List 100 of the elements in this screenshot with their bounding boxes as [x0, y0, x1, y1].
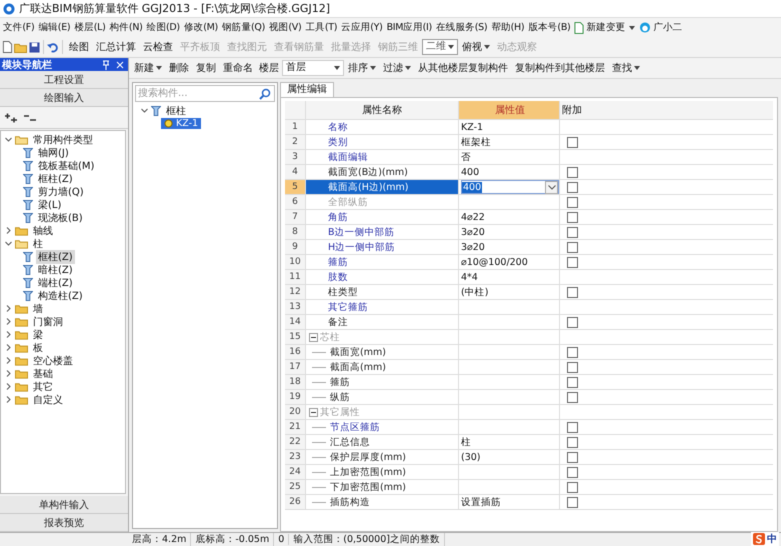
search-field[interactable]: 搜索构件...: [135, 85, 275, 102]
caret-icon[interactable]: [548, 184, 556, 190]
menu-item[interactable]: 文件(F): [1, 21, 36, 34]
menu-item[interactable]: 楼层(L): [72, 21, 108, 34]
tree-item[interactable]: 板: [31, 340, 45, 354]
menu-item[interactable]: 云应用(Y): [339, 21, 385, 34]
chevron-icon[interactable]: [5, 383, 12, 390]
pin-icon[interactable]: [102, 60, 110, 70]
tree-item[interactable]: 自定义: [31, 392, 65, 406]
chevron-icon[interactable]: [5, 318, 12, 325]
tree-item[interactable]: 空心楼盖: [31, 354, 75, 368]
collapse-all-icon[interactable]: [23, 112, 37, 122]
tree-item[interactable]: 基础: [31, 366, 55, 380]
expand-all-icon[interactable]: [4, 112, 18, 122]
checkbox[interactable]: [566, 452, 578, 462]
menu-item[interactable]: 在线服务(S): [434, 21, 490, 34]
chevron-icon[interactable]: [5, 136, 12, 143]
ime-indicator[interactable]: 中: [751, 532, 779, 546]
menu-item[interactable]: 编辑(E): [36, 21, 72, 34]
checkbox[interactable]: [566, 226, 578, 238]
module-button[interactable]: 工程设置: [0, 71, 128, 89]
module-button[interactable]: 报表预览: [0, 514, 128, 532]
floor-dropdown[interactable]: 首层: [282, 60, 344, 76]
checkbox[interactable]: [566, 422, 578, 432]
checkbox[interactable]: [566, 362, 578, 372]
chevron-icon[interactable]: [5, 331, 12, 338]
undo-icon[interactable]: [47, 42, 59, 52]
menu-item[interactable]: 绘图(D): [144, 21, 182, 34]
close-icon[interactable]: [116, 60, 124, 68]
toolbar-button[interactable]: 汇总计算: [93, 40, 139, 54]
tree-item[interactable]: 现浇板(B): [36, 210, 85, 224]
toolbar-button[interactable]: 查找: [609, 61, 643, 75]
toolbar-button[interactable]: 排序: [345, 61, 379, 75]
toolbar-button[interactable]: 过滤: [380, 61, 414, 75]
save-icon[interactable]: [29, 42, 40, 52]
toolbar-button[interactable]: 删除: [166, 61, 192, 75]
checkbox[interactable]: [566, 482, 578, 492]
tree-item[interactable]: 梁(L): [36, 198, 64, 212]
toolbar-button[interactable]: 复制: [193, 61, 219, 75]
toolbar-button[interactable]: 复制构件到其他楼层: [512, 61, 608, 75]
tree-item[interactable]: 轴网(J): [36, 146, 71, 160]
toolbar-button[interactable]: 重命名: [220, 61, 256, 75]
toolbar-button[interactable]: 从其他楼层复制构件: [415, 61, 511, 75]
collapse-icon[interactable]: [309, 408, 318, 416]
tree-item[interactable]: 端柱(Z): [36, 276, 75, 290]
toolbar-button[interactable]: 俯视: [459, 40, 493, 54]
checkbox[interactable]: [566, 196, 578, 208]
chevron-icon[interactable]: [5, 396, 12, 403]
menu-item[interactable]: 版本号(B): [526, 21, 572, 34]
tree-item[interactable]: 柱: [31, 236, 45, 250]
menu-item[interactable]: 构件(N): [108, 21, 145, 34]
menu-item[interactable]: 帮助(H): [489, 21, 526, 34]
module-button[interactable]: 单构件输入: [0, 496, 128, 514]
toolbar-button[interactable]: 绘图: [66, 40, 92, 54]
chevron-icon[interactable]: [5, 305, 12, 312]
property-tab[interactable]: 属性编辑: [280, 82, 334, 97]
checkbox[interactable]: [566, 496, 578, 508]
tree-item[interactable]: 暗柱(Z): [36, 262, 75, 276]
toolbar-button[interactable]: 云检查: [140, 40, 176, 54]
value-field[interactable]: 400: [461, 180, 559, 194]
menu-item[interactable]: 广小二: [637, 21, 684, 34]
checkbox[interactable]: [566, 436, 578, 448]
chevron-icon[interactable]: [5, 344, 12, 351]
menu-item[interactable]: 新建变更: [572, 21, 638, 34]
view-dropdown[interactable]: 二维: [422, 39, 458, 55]
checkbox[interactable]: [566, 136, 578, 148]
tree-item[interactable]: 墙: [31, 302, 45, 316]
checkbox[interactable]: [566, 316, 578, 328]
tree-item[interactable]: 筏板基础(M): [36, 158, 96, 172]
toolbar-button[interactable]: 新建: [131, 61, 165, 75]
chevron-icon[interactable]: [5, 357, 12, 364]
checkbox[interactable]: [566, 346, 578, 358]
menu-item[interactable]: BIM应用(I): [384, 21, 434, 34]
tree-item[interactable]: 剪力墙(Q): [36, 184, 86, 198]
checkbox[interactable]: [566, 376, 578, 388]
checkbox[interactable]: [566, 466, 578, 478]
checkbox[interactable]: [566, 256, 578, 268]
checkbox[interactable]: [566, 212, 578, 222]
chevron-icon[interactable]: [5, 240, 12, 247]
menu-item[interactable]: 工具(T): [303, 21, 340, 34]
tree-item[interactable]: 框柱: [164, 104, 188, 118]
tree-item[interactable]: 构造柱(Z): [36, 288, 85, 302]
tree-item[interactable]: 轴线: [31, 224, 55, 238]
checkbox[interactable]: [566, 392, 578, 402]
checkbox[interactable]: [566, 182, 578, 192]
checkbox[interactable]: [566, 166, 578, 178]
tree-item[interactable]: 梁: [31, 328, 45, 342]
tree-item[interactable]: 常用构件类型: [31, 132, 95, 146]
tree-item[interactable]: 框柱(Z): [36, 250, 75, 264]
chevron-icon[interactable]: [141, 107, 148, 114]
tree-item[interactable]: 门窗洞: [31, 314, 65, 328]
new-file-icon[interactable]: [2, 41, 13, 53]
menu-item[interactable]: 视图(V): [267, 21, 304, 34]
checkbox[interactable]: [566, 286, 578, 298]
menu-item[interactable]: 钢筋量(Q): [220, 21, 267, 34]
chevron-icon[interactable]: [5, 370, 12, 377]
menu-item[interactable]: 修改(M): [182, 21, 220, 34]
tree-item[interactable]: 其它: [31, 380, 55, 394]
chevron-icon[interactable]: [5, 227, 12, 234]
tree-item[interactable]: 框柱(Z): [36, 172, 75, 186]
